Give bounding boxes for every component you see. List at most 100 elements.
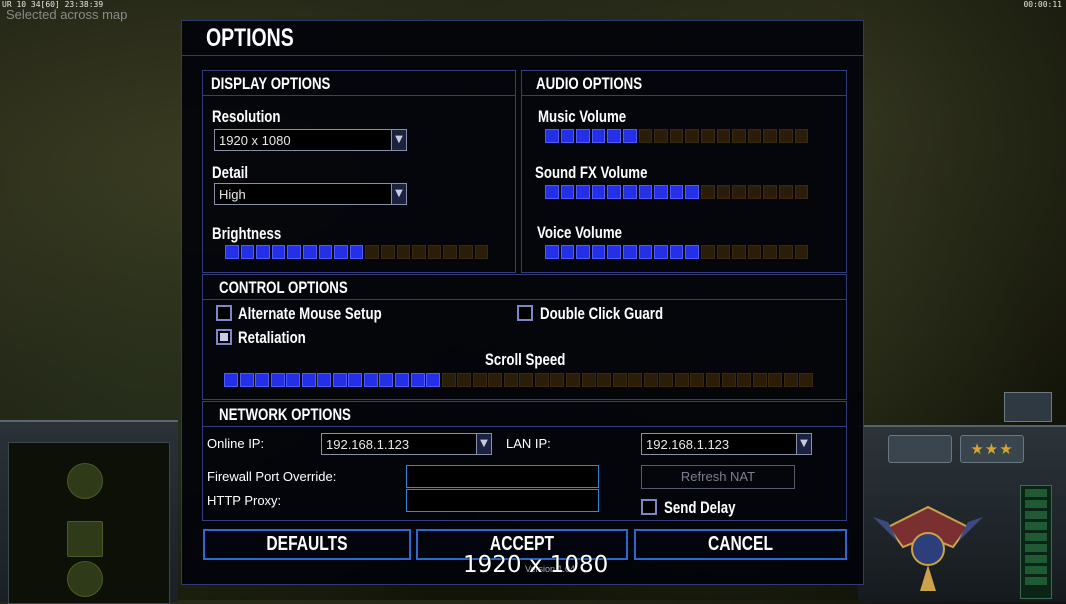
slider-segment[interactable] — [700, 129, 715, 143]
slider-segment[interactable] — [396, 245, 411, 259]
slider-segment[interactable] — [794, 129, 809, 143]
slider-segment[interactable] — [763, 185, 777, 199]
slider-segment[interactable] — [747, 245, 762, 259]
slider-segment[interactable] — [427, 245, 442, 259]
slider-segment[interactable] — [737, 373, 752, 387]
scroll-speed-slider[interactable] — [224, 373, 814, 387]
slider-segment[interactable] — [597, 373, 612, 387]
alternate-mouse-checkbox[interactable] — [216, 305, 232, 321]
slider-segment[interactable] — [607, 129, 621, 143]
slider-segment[interactable] — [240, 245, 255, 259]
slider-segment[interactable] — [441, 373, 456, 387]
slider-segment[interactable] — [334, 245, 348, 259]
slider-segment[interactable] — [286, 373, 301, 387]
slider-segment[interactable] — [317, 373, 332, 387]
slider-segment[interactable] — [783, 373, 798, 387]
retaliation-checkbox[interactable] — [216, 329, 232, 345]
slider-segment[interactable] — [581, 373, 596, 387]
satellite-icon[interactable] — [1004, 392, 1052, 422]
slider-segment[interactable] — [503, 373, 518, 387]
slider-segment[interactable] — [519, 373, 534, 387]
slider-segment[interactable] — [255, 373, 270, 387]
slider-segment[interactable] — [591, 185, 606, 199]
slider-segment[interactable] — [763, 129, 777, 143]
send-delay-checkbox[interactable] — [641, 499, 657, 515]
slider-segment[interactable] — [690, 373, 705, 387]
detail-dropdown[interactable]: High ▼ — [214, 183, 407, 205]
slider-segment[interactable] — [654, 245, 668, 259]
slider-segment[interactable] — [560, 185, 575, 199]
chevron-down-icon[interactable]: ▼ — [796, 434, 811, 454]
slider-segment[interactable] — [380, 245, 395, 259]
refresh-nat-button[interactable]: Refresh NAT — [641, 465, 795, 489]
slider-segment[interactable] — [716, 185, 731, 199]
slider-segment[interactable] — [794, 245, 809, 259]
slider-segment[interactable] — [622, 245, 637, 259]
slider-segment[interactable] — [721, 373, 736, 387]
chevron-down-icon[interactable]: ▼ — [476, 434, 491, 454]
cancel-button[interactable]: CANCEL — [634, 529, 847, 560]
slider-segment[interactable] — [654, 185, 668, 199]
slider-segment[interactable] — [763, 245, 777, 259]
music-volume-slider[interactable] — [545, 129, 809, 143]
slider-segment[interactable] — [669, 129, 684, 143]
online-ip-dropdown[interactable]: 192.168.1.123 ▼ — [321, 433, 492, 455]
slider-segment[interactable] — [225, 245, 239, 259]
slider-segment[interactable] — [301, 373, 316, 387]
slider-segment[interactable] — [576, 245, 590, 259]
brightness-slider[interactable] — [225, 245, 489, 259]
slider-segment[interactable] — [348, 373, 363, 387]
slider-segment[interactable] — [700, 245, 715, 259]
slider-segment[interactable] — [443, 245, 457, 259]
sfx-volume-slider[interactable] — [545, 185, 809, 199]
slider-segment[interactable] — [747, 185, 762, 199]
slider-segment[interactable] — [458, 245, 473, 259]
slider-segment[interactable] — [607, 245, 621, 259]
firewall-port-input[interactable] — [406, 465, 599, 488]
slider-segment[interactable] — [669, 185, 684, 199]
slider-segment[interactable] — [643, 373, 658, 387]
slider-segment[interactable] — [612, 373, 627, 387]
slider-segment[interactable] — [224, 373, 238, 387]
slider-segment[interactable] — [426, 373, 441, 387]
slider-segment[interactable] — [716, 129, 731, 143]
slider-segment[interactable] — [545, 185, 559, 199]
slider-segment[interactable] — [576, 185, 590, 199]
resolution-dropdown[interactable]: 1920 x 1080 ▼ — [214, 129, 407, 151]
slider-segment[interactable] — [560, 129, 575, 143]
slider-segment[interactable] — [752, 373, 767, 387]
slider-segment[interactable] — [638, 129, 653, 143]
defaults-button[interactable]: DEFAULTS — [203, 529, 411, 560]
slider-segment[interactable] — [607, 185, 621, 199]
slider-segment[interactable] — [705, 373, 720, 387]
slider-segment[interactable] — [576, 129, 590, 143]
slider-segment[interactable] — [545, 129, 559, 143]
slider-segment[interactable] — [488, 373, 503, 387]
slider-segment[interactable] — [534, 373, 549, 387]
slider-segment[interactable] — [363, 373, 378, 387]
slider-segment[interactable] — [545, 245, 559, 259]
slider-segment[interactable] — [799, 373, 814, 387]
slider-segment[interactable] — [550, 373, 565, 387]
slider-segment[interactable] — [349, 245, 364, 259]
slider-segment[interactable] — [778, 245, 793, 259]
slider-segment[interactable] — [474, 245, 489, 259]
slider-segment[interactable] — [659, 373, 674, 387]
slider-segment[interactable] — [591, 129, 606, 143]
slider-segment[interactable] — [410, 373, 425, 387]
slider-segment[interactable] — [622, 185, 637, 199]
collapse-arrow-button[interactable] — [888, 435, 952, 463]
slider-segment[interactable] — [778, 129, 793, 143]
slider-segment[interactable] — [700, 185, 715, 199]
slider-segment[interactable] — [628, 373, 643, 387]
slider-segment[interactable] — [732, 129, 746, 143]
slider-segment[interactable] — [669, 245, 684, 259]
slider-segment[interactable] — [256, 245, 270, 259]
slider-segment[interactable] — [472, 373, 487, 387]
slider-segment[interactable] — [778, 185, 793, 199]
slider-segment[interactable] — [732, 245, 746, 259]
slider-segment[interactable] — [674, 373, 689, 387]
slider-segment[interactable] — [566, 373, 581, 387]
slider-segment[interactable] — [457, 373, 472, 387]
slider-segment[interactable] — [622, 129, 637, 143]
